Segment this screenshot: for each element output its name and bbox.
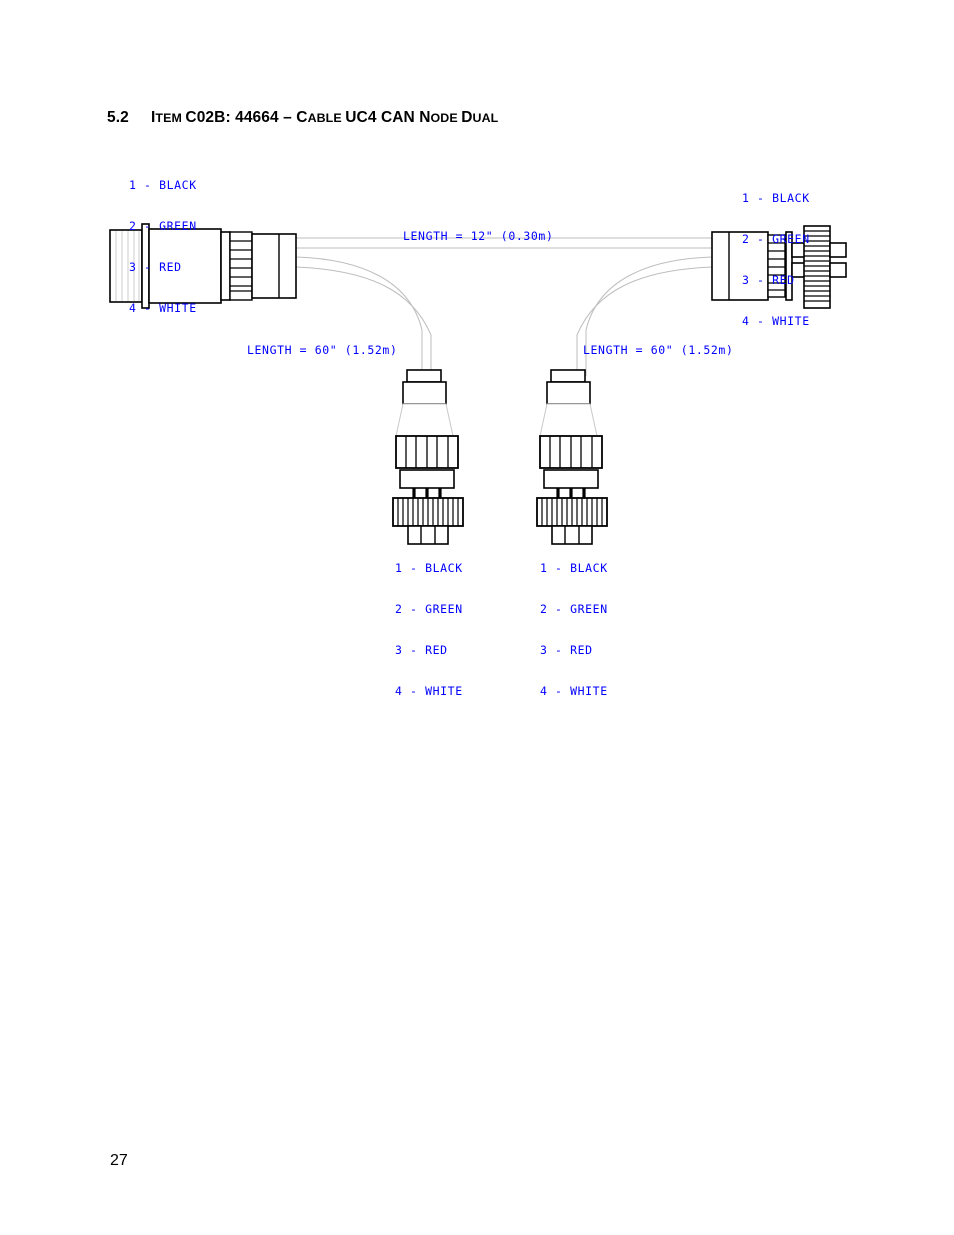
- wire-list-row: 4 - WHITE: [742, 313, 810, 328]
- connector-bottom-right-node: [536, 369, 608, 545]
- section-number: 5.2: [107, 109, 129, 126]
- cable-branch-right-outer: [585, 256, 713, 376]
- connector-bottom-left-node: [392, 369, 464, 545]
- wire-list-row: 3 - RED: [395, 642, 448, 657]
- wire-list-top-right: 1 - BLACK 2 - GREEN 3 - RED 4 - WHITE: [742, 165, 810, 355]
- wire-list-row: 2 - GREEN: [395, 601, 463, 616]
- wire-list-bottom-right: 1 - BLACK 2 - GREEN 3 - RED 4 - WHITE: [540, 535, 608, 725]
- wire-list-row: 2 - GREEN: [129, 218, 197, 233]
- wire-list-row: 4 - WHITE: [540, 683, 608, 698]
- section-heading: 5.2 ITEM C02B: 44664 – CABLE UC4 CAN NODE…: [107, 109, 498, 127]
- length-label-branch-right: LENGTH = 60" (1.52m): [583, 343, 734, 357]
- section-title: ITEM C02B: 44664 – CABLE UC4 CAN NODE DU…: [151, 109, 499, 126]
- length-label-trunk: LENGTH = 12" (0.30m): [403, 229, 554, 243]
- wire-list-row: 4 - WHITE: [395, 683, 463, 698]
- cable-branch-right-inner: [576, 266, 713, 376]
- wire-list-row: 2 - GREEN: [742, 231, 810, 246]
- cable-branch-left-outer: [295, 256, 423, 376]
- cable-diagram: 1 - BLACK 2 - GREEN 3 - RED 4 - WHITE 1 …: [0, 130, 954, 697]
- wire-list-row: 1 - BLACK: [395, 561, 463, 576]
- wire-list-row: 2 - GREEN: [540, 601, 608, 616]
- wire-list-row: 1 - BLACK: [129, 178, 197, 193]
- wire-list-row: 3 - RED: [129, 259, 182, 274]
- wire-list-bottom-left: 1 - BLACK 2 - GREEN 3 - RED 4 - WHITE: [395, 535, 463, 725]
- wire-list-row: 1 - BLACK: [742, 191, 810, 206]
- wire-list-top-left: 1 - BLACK 2 - GREEN 3 - RED 4 - WHITE: [129, 152, 197, 342]
- wire-list-row: 3 - RED: [742, 272, 795, 287]
- wire-list-row: 1 - BLACK: [540, 561, 608, 576]
- wire-list-row: 3 - RED: [540, 642, 593, 657]
- length-label-branch-left: LENGTH = 60" (1.52m): [247, 343, 398, 357]
- cable-branch-left-inner: [295, 266, 432, 376]
- page-number: 27: [110, 1152, 128, 1169]
- wire-list-row: 4 - WHITE: [129, 300, 197, 315]
